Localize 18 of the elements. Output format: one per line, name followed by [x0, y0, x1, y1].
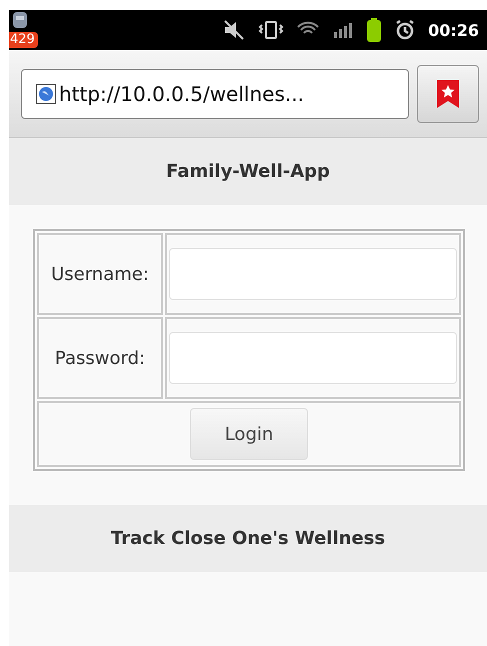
signal-icon: [332, 20, 354, 40]
clock-time: 00:26: [428, 20, 479, 40]
bookmark-icon: [436, 78, 460, 108]
bookmark-button[interactable]: [417, 64, 479, 122]
url-field[interactable]: http://10.0.0.5/wellnes...: [21, 68, 409, 118]
mute-icon: [222, 20, 246, 40]
vibrate-icon: [258, 20, 284, 40]
globe-icon: [36, 84, 56, 104]
footer-title: Track Close One's Wellness: [110, 528, 386, 549]
input-field[interactable]: [169, 248, 457, 300]
input-field[interactable]: [169, 332, 457, 384]
login-button[interactable]: Login: [190, 408, 308, 460]
label-cell: Username:: [37, 233, 163, 315]
label-cell: Password:: [37, 317, 163, 399]
battery-icon: [366, 18, 382, 42]
notification-badge: 429: [9, 32, 38, 48]
alarm-icon: [394, 19, 416, 41]
header-title: Family-Well-App: [166, 161, 330, 182]
